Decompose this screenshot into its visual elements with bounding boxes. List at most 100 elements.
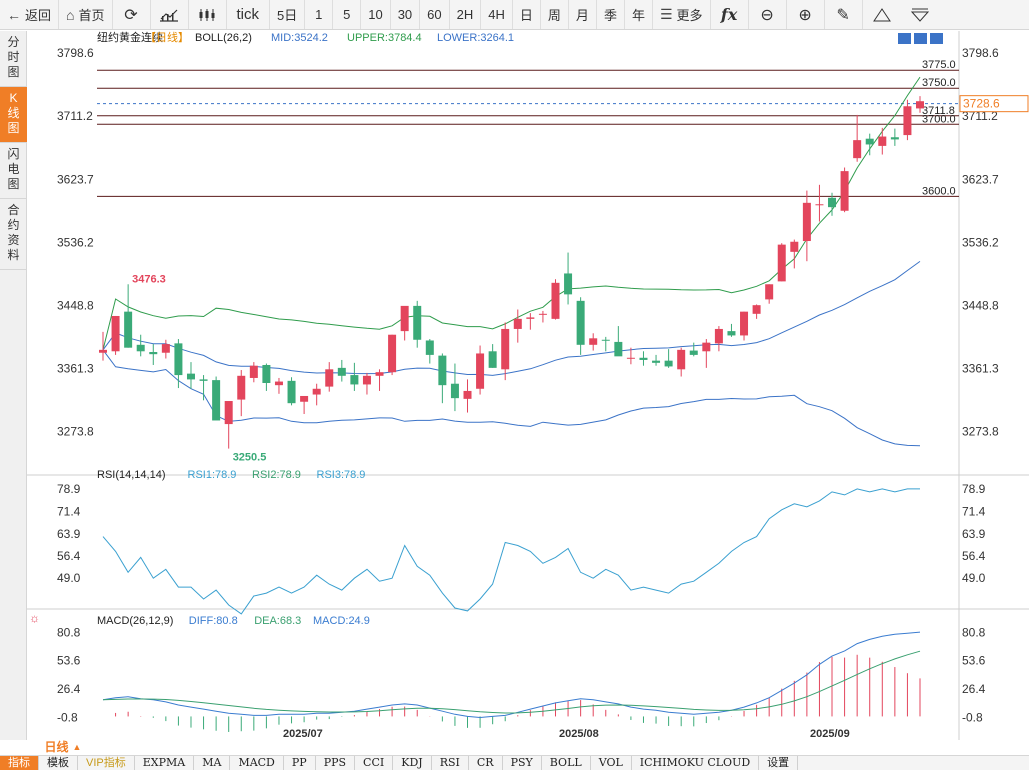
period-tab[interactable]: 2H bbox=[450, 0, 482, 29]
candle-body[interactable] bbox=[865, 138, 874, 145]
indicator-tab[interactable]: MACD bbox=[230, 756, 284, 770]
candle-body[interactable] bbox=[212, 380, 221, 421]
candle-body[interactable] bbox=[488, 351, 497, 368]
nav-icon[interactable] bbox=[930, 33, 943, 44]
indicator-tab[interactable]: 模板 bbox=[39, 756, 78, 770]
candle-body[interactable] bbox=[362, 375, 371, 385]
candle-body[interactable] bbox=[740, 311, 749, 336]
prev-icon[interactable] bbox=[914, 33, 927, 44]
indicator-tab[interactable]: VIP指标 bbox=[78, 756, 135, 770]
candle-body[interactable] bbox=[840, 171, 849, 211]
refresh-button[interactable]: ⟳ bbox=[113, 0, 151, 29]
candle-body[interactable] bbox=[727, 331, 736, 336]
candle-body[interactable] bbox=[274, 381, 283, 386]
candle-body[interactable] bbox=[689, 350, 698, 355]
candle-body[interactable] bbox=[388, 334, 397, 373]
candle-body[interactable] bbox=[828, 197, 837, 208]
candle-body[interactable] bbox=[626, 357, 635, 359]
period-tab[interactable]: 4H bbox=[481, 0, 513, 29]
candle-body[interactable] bbox=[513, 318, 522, 329]
period-tab[interactable]: 月 bbox=[569, 0, 597, 29]
tick-button[interactable]: tick bbox=[227, 0, 270, 29]
period-tab[interactable]: 10 bbox=[361, 0, 391, 29]
candle-body[interactable] bbox=[300, 395, 309, 402]
candle-body[interactable] bbox=[702, 342, 711, 352]
candle-body[interactable] bbox=[765, 284, 774, 300]
period-tab[interactable]: 5日 bbox=[270, 0, 306, 29]
period-tab[interactable]: 30 bbox=[391, 0, 421, 29]
candle-body[interactable] bbox=[161, 344, 170, 353]
play-icon[interactable] bbox=[898, 33, 911, 44]
more-button[interactable]: ☰ 更多 bbox=[653, 0, 711, 29]
indicator-tab[interactable]: EXPMA bbox=[135, 756, 195, 770]
candle-body[interactable] bbox=[136, 344, 145, 352]
candle-body[interactable] bbox=[878, 136, 887, 146]
indicator-tab[interactable]: 设置 bbox=[759, 756, 799, 770]
period-tab[interactable]: 1 bbox=[305, 0, 334, 29]
sidebar-tab[interactable]: K线图 bbox=[0, 87, 27, 143]
indicator-tab[interactable]: CR bbox=[469, 756, 503, 770]
candle-body[interactable] bbox=[677, 349, 686, 370]
chart-area[interactable]: 3798.63798.63711.23711.23623.73623.73536… bbox=[27, 31, 1029, 740]
candle-body[interactable] bbox=[375, 372, 384, 376]
zoom-out-button[interactable]: ⊖ bbox=[749, 0, 787, 29]
indicator-tab[interactable]: PSY bbox=[503, 756, 542, 770]
candle-body[interactable] bbox=[262, 364, 271, 384]
candle-body[interactable] bbox=[815, 204, 824, 206]
indicator-tab[interactable]: ICHIMOKU CLOUD bbox=[632, 756, 760, 770]
candle-body[interactable] bbox=[413, 305, 422, 340]
indicator-tab[interactable]: CCI bbox=[355, 756, 394, 770]
candle-body[interactable] bbox=[174, 343, 183, 376]
candle-body[interactable] bbox=[438, 355, 447, 386]
period-tab[interactable]: 5 bbox=[333, 0, 362, 29]
candle-body[interactable] bbox=[614, 341, 623, 357]
candle-body[interactable] bbox=[639, 357, 648, 360]
candle-body[interactable] bbox=[312, 388, 321, 395]
period-tab[interactable]: 周 bbox=[541, 0, 569, 29]
candle-body[interactable] bbox=[325, 369, 334, 387]
period-tab[interactable]: 年 bbox=[625, 0, 653, 29]
candle-body[interactable] bbox=[400, 305, 409, 332]
period-tab[interactable]: 日 bbox=[513, 0, 541, 29]
indicator-tab[interactable]: RSI bbox=[432, 756, 469, 770]
candle-body[interactable] bbox=[476, 353, 485, 389]
indicator-tab[interactable]: MA bbox=[194, 756, 231, 770]
candle-body[interactable] bbox=[463, 390, 472, 399]
zoom-in-button[interactable]: ⊕ bbox=[787, 0, 825, 29]
candle-body[interactable] bbox=[903, 106, 912, 136]
candle-body[interactable] bbox=[501, 328, 510, 370]
indicator-tab[interactable]: KDJ bbox=[393, 756, 432, 770]
indicator-tab[interactable]: BOLL bbox=[542, 756, 591, 770]
sidebar-tab[interactable]: 分时图 bbox=[0, 31, 27, 87]
candle-body[interactable] bbox=[186, 373, 195, 380]
candle-body[interactable] bbox=[551, 282, 560, 319]
triangle-down-button[interactable] bbox=[901, 0, 939, 29]
candle-chart-button[interactable] bbox=[189, 0, 227, 29]
candle-body[interactable] bbox=[652, 360, 661, 363]
candle-body[interactable] bbox=[853, 140, 862, 159]
indicator-tab[interactable]: PPS bbox=[316, 756, 356, 770]
candle-body[interactable] bbox=[450, 383, 459, 399]
candle-body[interactable] bbox=[538, 313, 547, 315]
formula-button[interactable]: fx bbox=[711, 0, 749, 29]
sidebar-tab[interactable]: 闪电图 bbox=[0, 143, 27, 199]
line-chart-button[interactable] bbox=[151, 0, 189, 29]
sidebar-tab[interactable]: 合约资料 bbox=[0, 199, 27, 270]
candle-body[interactable] bbox=[526, 317, 535, 319]
candle-body[interactable] bbox=[589, 338, 598, 345]
candle-body[interactable] bbox=[752, 305, 761, 314]
candle-body[interactable] bbox=[287, 380, 296, 404]
indicator-tab[interactable]: VOL bbox=[591, 756, 632, 770]
candle-body[interactable] bbox=[802, 202, 811, 242]
candle-body[interactable] bbox=[564, 273, 573, 295]
candle-body[interactable] bbox=[237, 375, 246, 400]
candle-body[interactable] bbox=[777, 244, 786, 282]
candle-body[interactable] bbox=[576, 300, 585, 345]
candle-body[interactable] bbox=[916, 101, 924, 109]
candle-body[interactable] bbox=[350, 375, 359, 385]
candle-body[interactable] bbox=[664, 360, 673, 367]
candle-body[interactable] bbox=[249, 365, 258, 378]
candle-body[interactable] bbox=[425, 340, 434, 355]
period-tab[interactable]: 季 bbox=[597, 0, 625, 29]
indicator-tab[interactable]: PP bbox=[284, 756, 316, 770]
